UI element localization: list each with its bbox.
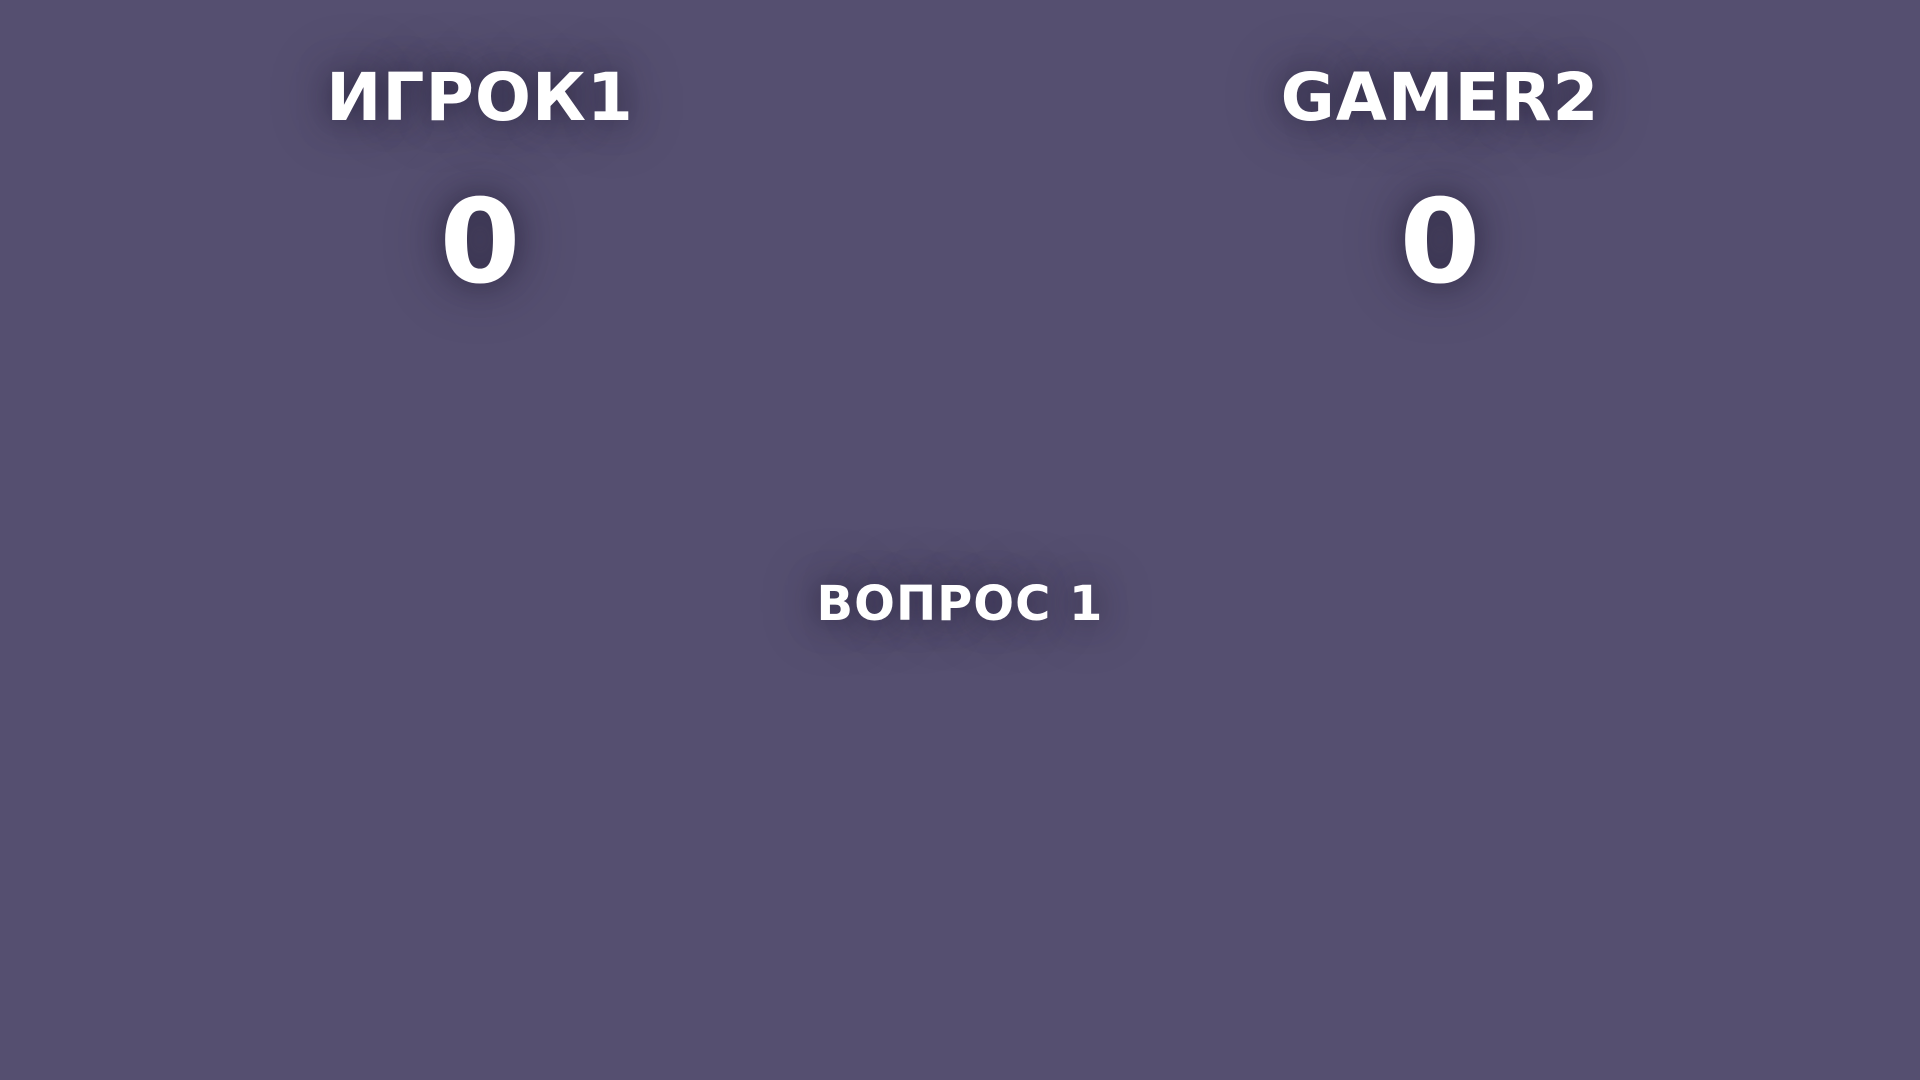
player-one-panel: ИГРОК1 0 [180,50,780,301]
player-two-panel: GAMER2 0 [1140,50,1740,301]
player-two-score: 0 [1399,175,1481,310]
player-one-score: 0 [439,175,521,310]
player-two-name: GAMER2 [1280,59,1600,136]
player-one-name: ИГРОК1 [326,59,634,136]
question-label: ВОПРОС 1 [816,576,1104,632]
